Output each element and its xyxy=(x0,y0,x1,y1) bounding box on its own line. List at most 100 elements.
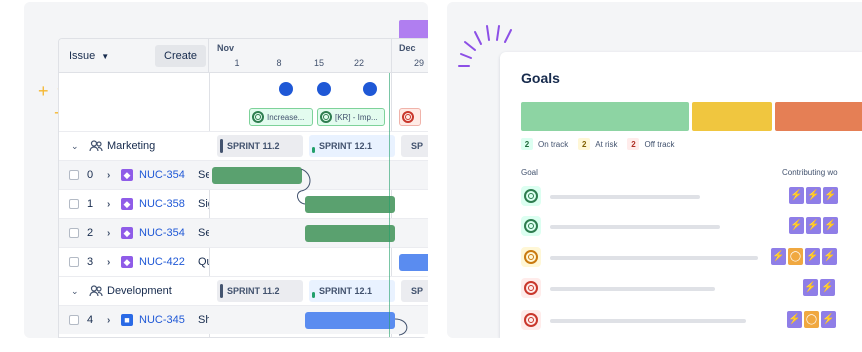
goal-row[interactable]: ⚡ ⚡ ⚡ xyxy=(521,216,861,236)
sprint-chip[interactable]: SP xyxy=(401,135,428,157)
group-row-development[interactable]: ⌄ Development SPRINT 11.2 SPRINT 12.1 SP xyxy=(59,276,428,305)
table-row[interactable]: 2 › ◆ NUC-354 Se xyxy=(59,218,428,247)
chevron-right-icon[interactable]: › xyxy=(107,228,110,239)
target-icon xyxy=(521,247,541,267)
sprint-chip[interactable]: SPRINT 11.2 xyxy=(217,135,303,157)
create-button[interactable]: Create xyxy=(155,45,207,67)
goals-title: Goals xyxy=(521,70,560,86)
day-label: 15 xyxy=(313,58,325,68)
issue-summary: Sh xyxy=(198,314,209,326)
goal-row[interactable]: ⚡ ⚡ xyxy=(521,278,861,298)
lightning-icon: ⚡ xyxy=(806,187,821,204)
goal-row[interactable]: ⚡ ⚡ ⚡ xyxy=(521,186,861,206)
goal-row[interactable]: ⚡ ◯ ⚡ ⚡ xyxy=(521,247,861,267)
row-number: 1 xyxy=(87,198,94,210)
milestone-dot[interactable] xyxy=(279,82,293,96)
lightning-icon: ⚡ xyxy=(823,217,838,234)
goal-name-placeholder xyxy=(550,256,758,260)
issue-dropdown-label: Issue xyxy=(69,50,96,62)
issue-key-link[interactable]: NUC-354 xyxy=(139,227,185,239)
sprint-chip[interactable]: SPRINT 11.2 xyxy=(217,280,303,302)
goal-name-placeholder xyxy=(550,319,746,323)
story-icon: ■ xyxy=(121,314,133,326)
timeline-header: Nov Dec 1 8 15 22 29 xyxy=(209,39,428,73)
issue-summary: Se xyxy=(198,169,209,181)
day-label: 29 xyxy=(413,58,425,68)
legend-item: 2 On track xyxy=(521,138,568,150)
team-icon xyxy=(89,140,103,152)
table-row[interactable]: 3 › ◆ NUC-422 Qu xyxy=(59,247,428,276)
legend-label: Off track xyxy=(644,139,675,149)
chevron-right-icon[interactable]: › xyxy=(107,199,110,210)
goal-name-placeholder xyxy=(550,287,715,291)
contributing-work[interactable]: ⚡ ◯ ⚡ xyxy=(787,311,836,329)
row-checkbox[interactable] xyxy=(69,228,79,238)
target-icon xyxy=(521,278,541,298)
group-row-marketing[interactable]: ⌄ Marketing SPRINT 11.2 SPRINT 12.1 SP xyxy=(59,131,428,160)
legend-count: 2 xyxy=(627,138,640,150)
today-line xyxy=(389,73,390,337)
chevron-down-icon[interactable]: ⌄ xyxy=(71,141,79,152)
chevron-right-icon[interactable]: › xyxy=(107,315,110,326)
target-icon xyxy=(521,310,541,330)
issue-key-link[interactable]: NUC-422 xyxy=(139,256,185,268)
roadmap-panel: + + + + Issue ▼ Create Nov Dec 1 8 15 22… xyxy=(24,2,428,338)
roadmap-card: Issue ▼ Create Nov Dec 1 8 15 22 29 Incr… xyxy=(58,38,428,338)
bulb-icon: ◯ xyxy=(804,311,819,328)
row-checkbox[interactable] xyxy=(69,315,79,325)
legend-count: 2 xyxy=(521,138,533,150)
goal-chip[interactable]: Increase... xyxy=(249,108,313,126)
at-risk-segment[interactable] xyxy=(692,102,772,131)
on-track-segment[interactable] xyxy=(521,102,689,131)
row-number: 0 xyxy=(87,169,94,181)
contributing-work[interactable]: ⚡ ⚡ xyxy=(803,279,835,297)
goal-chip[interactable]: [KR] - Imp... xyxy=(317,108,385,126)
issue-key-link[interactable]: NUC-354 xyxy=(139,169,185,181)
screenshot-stage: + + + + Issue ▼ Create Nov Dec 1 8 15 22… xyxy=(0,0,862,352)
timeline-bar[interactable] xyxy=(305,312,395,329)
contributing-work[interactable]: ⚡ ◯ ⚡ ⚡ xyxy=(771,248,837,266)
sprint-label: SP xyxy=(411,141,424,151)
row-checkbox[interactable] xyxy=(69,257,79,267)
sprint-label: SP xyxy=(411,286,424,296)
day-label: 8 xyxy=(276,58,282,68)
row-number: 4 xyxy=(87,314,94,326)
sprint-chip[interactable]: SPRINT 12.1 xyxy=(309,135,395,157)
goal-target-icon xyxy=(402,111,414,123)
sparkle-icon: + xyxy=(38,81,49,101)
table-row[interactable]: 1 › ◆ NUC-358 Sig xyxy=(59,189,428,218)
chevron-down-icon[interactable]: ⌄ xyxy=(71,286,79,297)
legend-label: On track xyxy=(538,139,569,149)
timeline-bar[interactable] xyxy=(399,254,428,271)
goal-chip-label: Increase... xyxy=(267,112,305,122)
chevron-right-icon[interactable]: › xyxy=(107,257,110,268)
legend-item: 2 At risk xyxy=(578,138,617,150)
issue-key-link[interactable]: NUC-345 xyxy=(139,314,185,326)
row-number: 3 xyxy=(87,256,94,268)
off-track-segment[interactable] xyxy=(775,102,862,131)
row-checkbox[interactable] xyxy=(69,199,79,209)
milestone-dot[interactable] xyxy=(363,82,377,96)
contributing-work[interactable]: ⚡ ⚡ ⚡ xyxy=(789,217,838,235)
row-checkbox[interactable] xyxy=(69,170,79,180)
goal-name-placeholder xyxy=(550,225,720,229)
issue-dropdown[interactable]: Issue ▼ xyxy=(69,50,109,62)
sprint-label: SPRINT 11.2 xyxy=(227,286,280,296)
chevron-right-icon[interactable]: › xyxy=(107,170,110,181)
goal-chip[interactable] xyxy=(399,108,421,126)
table-row[interactable]: 4 › ■ NUC-345 Sh xyxy=(59,305,428,334)
issue-key-link[interactable]: NUC-358 xyxy=(139,198,185,210)
contributing-work[interactable]: ⚡ ⚡ ⚡ xyxy=(789,187,838,205)
chevron-down-icon: ▼ xyxy=(101,51,110,61)
epic-icon: ◆ xyxy=(121,169,133,181)
legend-item: 2 Off track xyxy=(627,138,675,150)
goal-chip-label: [KR] - Imp... xyxy=(335,112,378,122)
sprint-chip[interactable]: SPRINT 12.1 xyxy=(309,280,395,302)
milestone-dot[interactable] xyxy=(317,82,331,96)
lightning-icon: ⚡ xyxy=(805,248,820,265)
lightning-icon: ⚡ xyxy=(822,248,837,265)
table-row[interactable]: 0 › ◆ NUC-354 Se xyxy=(59,160,428,189)
goal-row[interactable]: ⚡ ◯ ⚡ xyxy=(521,310,861,330)
sprint-chip[interactable]: SP xyxy=(401,280,428,302)
epic-icon: ◆ xyxy=(121,198,133,210)
